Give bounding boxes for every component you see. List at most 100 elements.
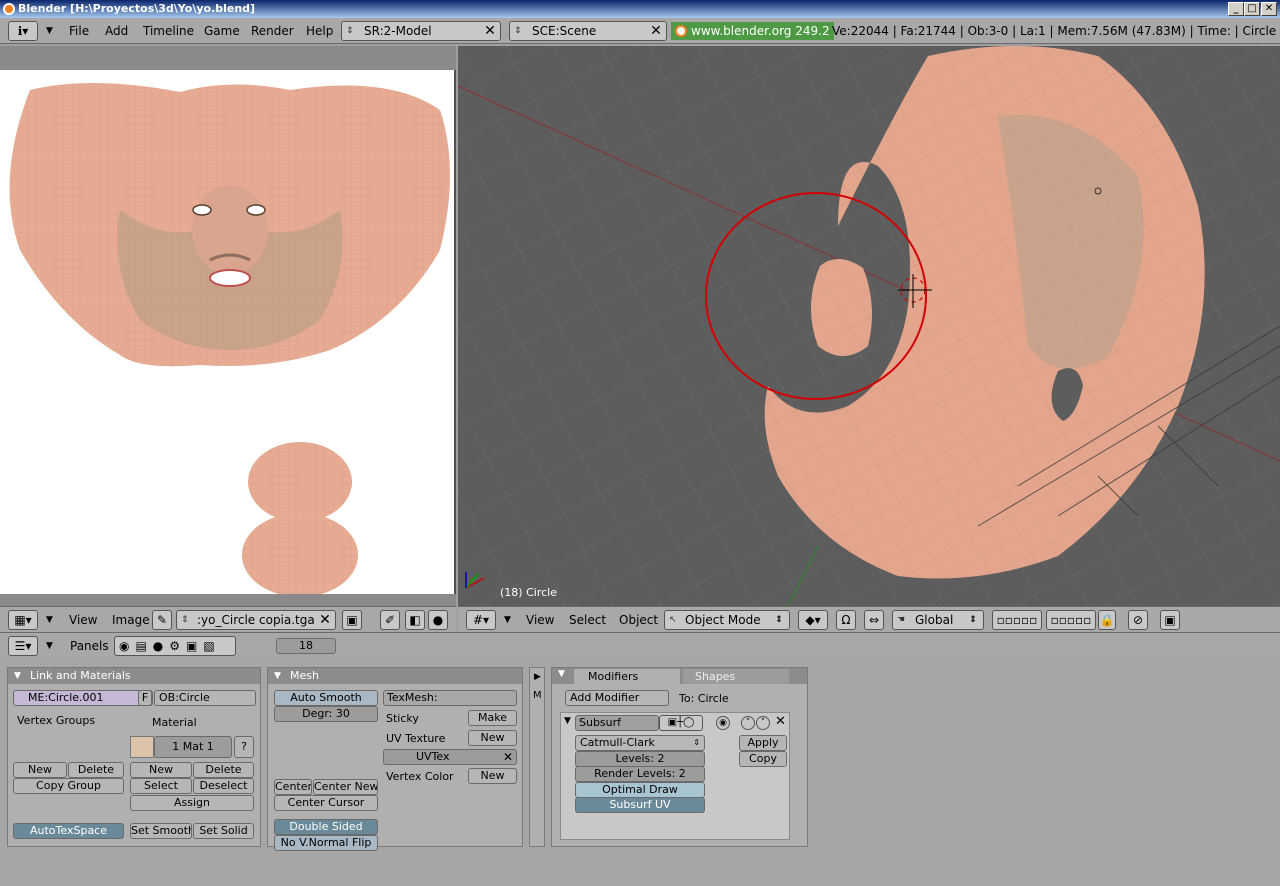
link-materials-title[interactable]: Link and Materials [8,668,260,684]
pivot-icon[interactable]: Ω [836,610,856,630]
autotexspace-toggle[interactable]: AutoTexSpace [13,823,124,839]
texmesh-field[interactable]: TexMesh: [383,690,517,706]
copy-modifier-button[interactable]: Copy [739,751,787,767]
remove-modifier-icon[interactable]: ✕ [775,714,786,729]
mesh-name-field[interactable]: ME:Circle.001 [13,690,153,706]
menu-render[interactable]: Render [251,24,294,38]
uv-draw-icon[interactable]: ● [428,610,448,630]
vgroup-delete-button[interactable]: Delete [68,762,124,778]
minimize-button[interactable]: _ [1228,2,1244,16]
image-pack-icon[interactable]: ▣ [342,610,362,630]
tab-shapes[interactable]: Shapes [683,669,789,684]
menu-help[interactable]: Help [306,24,333,38]
snap-icon[interactable]: ⇔ [864,610,884,630]
lock-layers-icon[interactable]: 🔒 [1098,610,1116,630]
vertex-color-new-button[interactable]: New [468,768,517,784]
opengl-render-icon[interactable]: ⊘ [1128,610,1148,630]
mode-selector[interactable]: ↖ Object Mode ⇕ [664,610,790,630]
pin-icon[interactable]: ✎ [152,610,172,630]
uv-menu-view[interactable]: View [69,613,97,627]
no-vnormal-flip-toggle[interactable]: No V.Normal Flip [274,835,378,851]
maximize-button[interactable]: □ [1244,2,1260,16]
material-delete-button[interactable]: Delete [193,762,254,778]
modifiers-collapse-icon[interactable]: ▼ [558,669,565,679]
layers-row-2[interactable]: ▫▫▫▫▫ [1046,610,1096,630]
viewport-type-icon[interactable]: #▾ [466,610,496,630]
3d-viewport[interactable]: (18) Circle [458,46,1280,606]
info-window-type-icon[interactable]: ℹ▾ [8,21,38,41]
render-levels-field[interactable]: Render Levels: 2 [575,766,705,782]
uvtex-layer[interactable]: UVTex ✕ [383,749,517,765]
panel-tab-strip[interactable]: ▶ M [529,667,545,847]
menu-timeline[interactable]: Timeline [143,24,194,38]
uv-menu-image[interactable]: Image [112,613,150,627]
panels-label[interactable]: Panels [70,639,109,653]
context-buttons[interactable]: ◉▤●⚙▣▧ [114,636,236,656]
move-up-icon[interactable]: ˄ [741,716,755,730]
move-down-icon[interactable]: ˅ [756,716,770,730]
subsurf-collapse-icon[interactable]: ▼ [564,716,571,726]
orientation-selector[interactable]: ☚ Global ⇕ [892,610,984,630]
material-help-button[interactable]: ? [234,736,254,758]
scene-selector[interactable]: ⇕ SCE:Scene ✕ [509,21,667,41]
menu-add[interactable]: Add [105,24,128,38]
expand-arrow-icon[interactable]: ▶ [534,672,541,682]
viewport-menu-select[interactable]: Select [569,613,606,627]
delete-uvtex-icon[interactable]: ✕ [503,750,513,764]
material-deselect-button[interactable]: Deselect [193,778,254,794]
double-sided-toggle[interactable]: Double Sided [274,819,378,835]
viewport-collapse-icon[interactable]: ▼ [504,615,511,625]
menu-file[interactable]: File [69,24,89,38]
buttons-collapse-icon[interactable]: ▼ [46,641,53,651]
sticky-make-button[interactable]: Make [468,710,517,726]
modifier-display-toggles[interactable]: ▣┼◯ [659,715,703,731]
subdivision-type-select[interactable]: Catmull-Clark ⇕ [575,735,705,751]
optimal-draw-toggle[interactable]: Optimal Draw [575,782,705,798]
close-window-button[interactable]: ✕ [1261,2,1277,16]
buttons-type-icon[interactable]: ☰▾ [8,636,38,656]
multires-tab-icon[interactable]: M [533,690,542,701]
material-select-button[interactable]: Select [130,778,192,794]
draw-type-icon[interactable]: ◆▾ [798,610,828,630]
apply-modifier-button[interactable]: Apply [739,735,787,751]
modifier-name-field[interactable]: Subsurf [575,715,659,731]
add-modifier-button[interactable]: Add Modifier [565,690,669,706]
levels-field[interactable]: Levels: 2 [575,751,705,767]
uv-editor-type-icon[interactable]: ▦▾ [8,610,38,630]
mesh-title[interactable]: Mesh [268,668,522,684]
center-new-button[interactable]: Center New [313,779,378,795]
set-solid-button[interactable]: Set Solid [193,823,254,839]
fake-user-button[interactable]: F [138,690,152,706]
unlink-image-icon[interactable]: ✕ [317,611,333,629]
copy-group-button[interactable]: Copy Group [13,778,124,794]
material-new-button[interactable]: New [130,762,192,778]
object-name-field[interactable]: OB:Circle [154,690,256,706]
frame-number[interactable]: 18 [276,638,336,654]
material-color-swatch[interactable] [130,736,154,758]
modifier-cage-icon[interactable]: ◉ [716,716,730,730]
menu-game[interactable]: Game [204,24,240,38]
collapse-menu-icon[interactable]: ▼ [46,26,53,36]
vgroup-new-button[interactable]: New [13,762,67,778]
blender-url[interactable]: www.blender.org 249.2 [671,22,834,40]
uv-collapse-icon[interactable]: ▼ [46,615,53,625]
uv-texture-image[interactable] [0,70,454,594]
center-button[interactable]: Center [274,779,312,795]
screen-selector[interactable]: ⇕ SR:2-Model ✕ [341,21,501,41]
uv-sync-icon[interactable]: ◧ [405,610,425,630]
tab-modifiers[interactable]: Modifiers [574,669,680,684]
delete-screen-icon[interactable]: ✕ [482,22,498,40]
viewport-scene[interactable] [458,46,1280,606]
set-smooth-button[interactable]: Set Smooth [130,823,192,839]
uv-image-editor[interactable] [0,46,456,606]
subsurf-uv-toggle[interactable]: Subsurf UV [575,797,705,813]
render-preview-icon[interactable]: ▣ [1160,610,1180,630]
uv-paint-icon[interactable]: ✐ [380,610,400,630]
delete-scene-icon[interactable]: ✕ [648,22,664,40]
degree-field[interactable]: Degr: 30 [274,706,378,722]
viewport-menu-object[interactable]: Object [619,613,658,627]
image-selector[interactable]: ⇕ :yo_Circle copia.tga ✕ [176,610,336,630]
uv-texture-new-button[interactable]: New [468,730,517,746]
material-assign-button[interactable]: Assign [130,795,254,811]
layers-row-1[interactable]: ▫▫▫▫▫ [992,610,1042,630]
